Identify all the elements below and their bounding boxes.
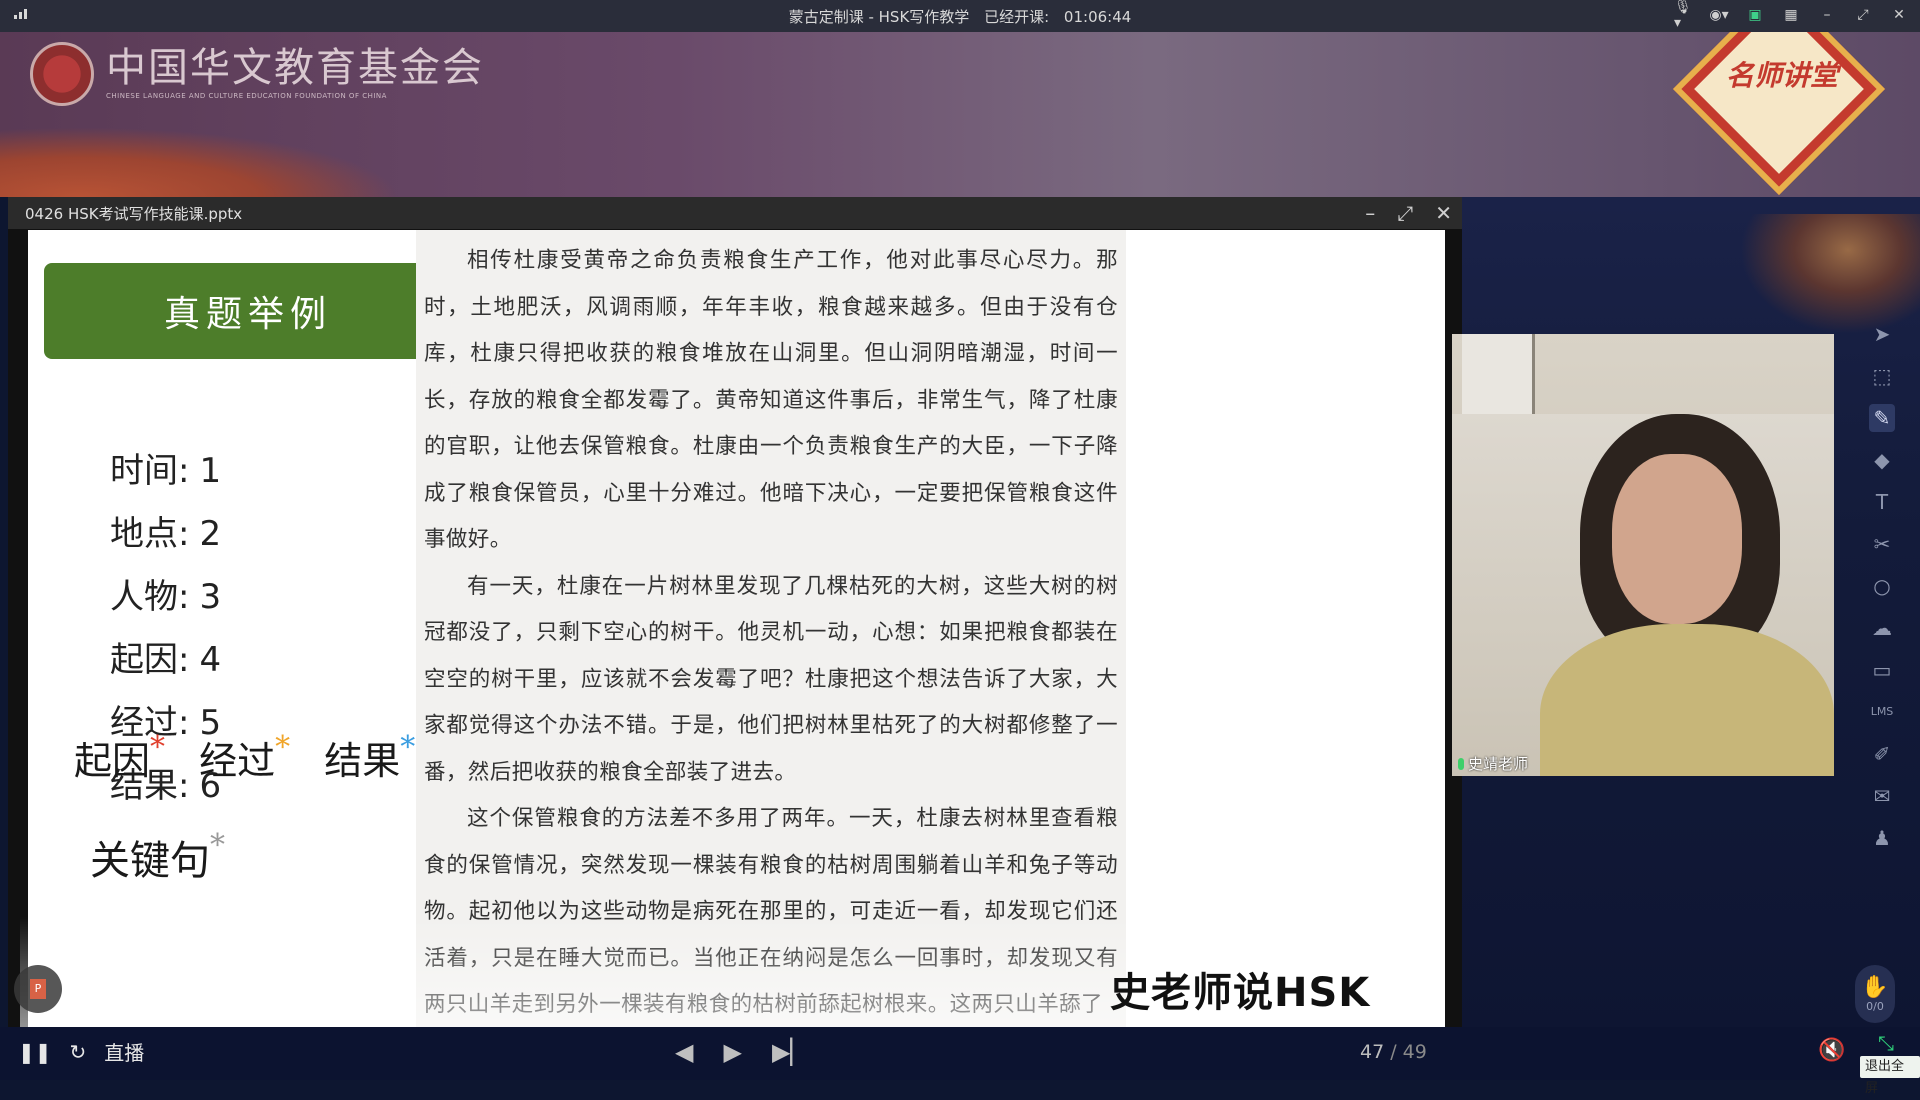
logo-text: 中国华文教育基金会	[106, 45, 484, 91]
element-item: 起因: 4	[110, 640, 222, 680]
elapsed-label: 已经开课:	[984, 7, 1050, 26]
key-point: 起因*	[74, 730, 166, 783]
slide-window: 0426 HSK考试写作技能课.pptx – ⤢ ✕ 真题举例 时间: 1 地点:…	[8, 197, 1462, 1027]
grid-layout-icon[interactable]: ▦	[1782, 6, 1800, 24]
star-icon: *	[210, 828, 225, 863]
slide-content: 真题举例 时间: 1 地点: 2 人物: 3 起因: 4 经过: 5 结果: 6 起因* 经…	[28, 230, 1445, 1027]
seal-icon	[30, 42, 94, 106]
select-icon[interactable]: ⬚	[1869, 362, 1895, 390]
restore-icon[interactable]: ⤢	[1854, 6, 1872, 24]
key-point: 结果*	[324, 730, 416, 783]
key-points: 起因* 经过* 结果*	[74, 730, 437, 785]
edit-icon[interactable]: ✐	[1869, 740, 1895, 768]
top-bar: 蒙古定制课 - HSK写作教学 已经开课: 01:06:44 🎙▾ ◉▾ ▣ ▦…	[0, 0, 1920, 32]
passage-paragraph: 相传杜康受黄帝之命负责粮食生产工作，他对此事尽心尽力。那时，土地肥沃，风调雨顺，…	[424, 248, 1118, 552]
minimize-icon[interactable]: –	[1365, 201, 1375, 225]
toolbar: ➤ ⬚ ✎ ◆ T ✂ ○ ☁ ▭ LMS ✐ ✉ ♟	[1864, 320, 1900, 852]
bottom-bar: ❚❚ ↻ 直播 ◀ ▶ ▶▏ 47 / 49 🔇	[0, 1027, 1920, 1080]
eraser-icon[interactable]: ◆	[1869, 446, 1895, 474]
next-slide-icon[interactable]: ▶▏	[772, 1038, 809, 1066]
star-icon: *	[150, 730, 166, 765]
slide-filename: 0426 HSK考试写作技能课.pptx	[25, 204, 243, 223]
live-label: 直播	[104, 1041, 145, 1065]
camera-icon[interactable]: ◉▾	[1709, 6, 1728, 24]
elapsed-time: 01:06:44	[1063, 7, 1132, 26]
element-item: 人物: 3	[110, 577, 222, 617]
mic-indicator-icon	[1458, 757, 1464, 770]
slide-header: 真题举例	[44, 263, 452, 359]
teacher-video[interactable]: 史靖老师	[1452, 334, 1834, 776]
banner-decoration	[0, 127, 400, 197]
close-icon[interactable]: ✕	[1890, 6, 1908, 24]
hand-count: 0/0	[1866, 1000, 1884, 1013]
toolbox-icon[interactable]: ▭	[1869, 656, 1895, 684]
chat-icon[interactable]: ✉	[1869, 782, 1895, 810]
foundation-logo: 中国华文教育基金会 CHINESE LANGUAGE AND CULTURE E…	[30, 42, 484, 106]
passage-paragraph: 这个保管粮食的方法差不多用了两年。一天，杜康去树林里查看粮食的保管情况，突然发现…	[424, 806, 1118, 1017]
star-icon: *	[275, 730, 291, 765]
pen-icon[interactable]: ✎	[1869, 404, 1895, 432]
star-icon: *	[400, 730, 416, 765]
total-pages: / 49	[1390, 1041, 1427, 1063]
famous-teacher-badge: 名师讲堂	[1672, 32, 1886, 196]
key-point: 经过*	[199, 730, 291, 783]
users-icon[interactable]: ♟	[1869, 824, 1895, 852]
screen-share-icon[interactable]: ▣	[1746, 6, 1764, 24]
play-icon[interactable]: ▶	[723, 1038, 741, 1066]
page-indicator: 47 / 49	[1360, 1041, 1427, 1063]
mute-icon[interactable]: 🔇	[1818, 1038, 1845, 1063]
cloud-icon[interactable]: ☁	[1869, 614, 1895, 642]
minimize-icon[interactable]: –	[1818, 6, 1836, 24]
fullscreen-exit-icon[interactable]: ⤡	[1878, 1031, 1894, 1055]
badge-text: 名师讲堂	[1725, 59, 1838, 92]
refresh-icon[interactable]: ↻	[70, 1040, 87, 1064]
teacher-name: 史靖老师	[1468, 755, 1529, 773]
passage-paragraph: 有一天，杜康在一片树林里发现了几棵枯死的大树，这些大树的树冠都没了，只剩下空心的…	[424, 573, 1118, 785]
shape-icon[interactable]: ○	[1869, 572, 1895, 600]
element-item: 时间: 1	[110, 451, 222, 491]
banner: 中国华文教育基金会 CHINESE LANGUAGE AND CULTURE E…	[0, 32, 1920, 197]
close-icon[interactable]: ✕	[1435, 201, 1452, 225]
reading-passage: 相传杜康受黄帝之命负责粮食生产工作，他对此事尽心尽力。那时，土地肥沃，风调雨顺，…	[416, 230, 1126, 1027]
signal-icon	[14, 9, 27, 19]
course-title: 蒙古定制课 - HSK写作教学	[788, 7, 970, 26]
slide-window-titlebar[interactable]: 0426 HSK考试写作技能课.pptx – ⤢ ✕	[8, 197, 1462, 229]
video-name-tag: 史靖老师	[1458, 753, 1528, 774]
hand-icon: ✋	[1861, 975, 1889, 1000]
session-title: 蒙古定制课 - HSK写作教学 已经开课: 01:06:44	[784, 6, 1137, 27]
key-sentence: 关键句*	[90, 828, 225, 884]
maximize-icon[interactable]: ⤢	[1397, 201, 1413, 225]
scissors-icon[interactable]: ✂	[1869, 530, 1895, 558]
element-item: 地点: 2	[110, 514, 222, 554]
pause-icon[interactable]: ❚❚	[18, 1040, 52, 1064]
text-icon[interactable]: T	[1869, 488, 1895, 516]
powerpoint-icon[interactable]: P	[14, 965, 62, 1013]
pavilion-decoration	[1740, 214, 1920, 334]
raise-hand-button[interactable]: ✋ 0/0	[1855, 965, 1895, 1023]
current-page: 47	[1360, 1041, 1385, 1063]
watermark: 史老师说HSK	[1110, 970, 1371, 1016]
exit-fullscreen-button[interactable]: 退出全屏	[1860, 1056, 1920, 1096]
previous-slide-icon[interactable]: ◀	[675, 1038, 693, 1066]
logo-subtext: CHINESE LANGUAGE AND CULTURE EDUCATION F…	[106, 92, 387, 100]
microphone-icon[interactable]: 🎙▾	[1674, 0, 1692, 31]
pointer-icon[interactable]: ➤	[1869, 320, 1895, 348]
lms-icon[interactable]: LMS	[1869, 698, 1895, 726]
